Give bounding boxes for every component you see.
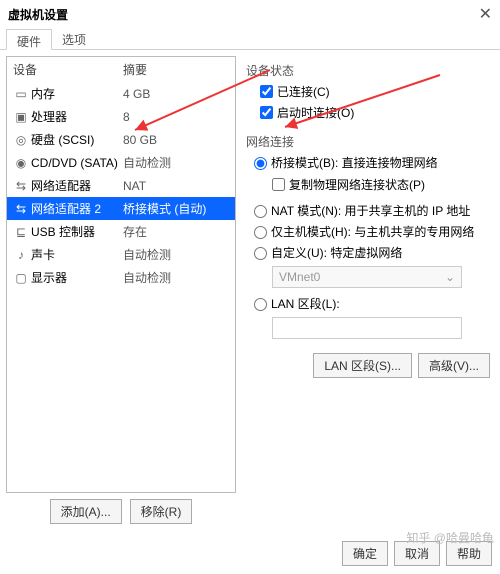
vmnet-select[interactable]: VMnet0⌄ [272,266,462,288]
rad-bridged-input[interactable] [254,157,267,170]
rad-hostonly[interactable]: 仅主机模式(H): 与主机共享的专用网络 [254,224,490,240]
cpu-icon: ▣ [13,110,29,124]
hdr-summary: 摘要 [123,61,147,78]
chk-connected[interactable]: 已连接(C) [260,83,490,100]
advanced-button[interactable]: 高级(V)... [418,353,490,378]
hdr-device: 设备 [13,61,123,78]
rad-lan-input[interactable] [254,298,267,311]
rad-custom[interactable]: 自定义(U): 特定虚拟网络 [254,245,490,261]
titlebar: 虚拟机设置 ✕ [0,0,500,28]
net-icon: ⇆ [13,202,29,216]
add-device-button[interactable]: 添加(A)... [50,499,122,524]
rad-custom-input[interactable] [254,247,267,260]
left-panel: 设备 摘要 ▭内存4 GB ▣处理器8 ◎硬盘 (SCSI)80 GB ◉CD/… [6,56,236,524]
net-title: 网络连接 [246,133,490,150]
chk-replicate[interactable]: 复制物理网络连接状态(P) [272,176,490,193]
display-icon: ▢ [13,271,29,285]
right-panel: 设备状态 已连接(C) 启动时连接(O) 网络连接 桥接模式(B): 直接连接物… [242,56,494,524]
remove-device-button[interactable]: 移除(R) [130,499,193,524]
rad-nat[interactable]: NAT 模式(N): 用于共享主机的 IP 地址 [254,203,490,219]
device-row-display[interactable]: ▢显示器自动检测 [7,266,235,289]
device-row-usb[interactable]: ⊑USB 控制器存在 [7,220,235,243]
lan-segments-button[interactable]: LAN 区段(S)... [313,353,412,378]
device-list: 设备 摘要 ▭内存4 GB ▣处理器8 ◎硬盘 (SCSI)80 GB ◉CD/… [6,56,236,493]
device-header: 设备 摘要 [7,57,235,82]
usb-icon: ⊑ [13,225,29,239]
tab-options[interactable]: 选项 [52,28,96,49]
disk-icon: ◎ [13,133,29,147]
sound-icon: ♪ [13,248,29,262]
status-title: 设备状态 [246,62,490,79]
close-icon[interactable]: ✕ [479,4,492,24]
device-row-disk[interactable]: ◎硬盘 (SCSI)80 GB [7,128,235,151]
chk-connect-poweron-box[interactable] [260,106,273,119]
rad-nat-input[interactable] [254,205,267,218]
window-title: 虚拟机设置 [8,6,68,23]
cd-icon: ◉ [13,156,29,170]
right-buttons: LAN 区段(S)... 高级(V)... [246,353,490,378]
ok-button[interactable]: 确定 [342,541,388,566]
rad-bridged[interactable]: 桥接模式(B): 直接连接物理网络 [254,155,490,171]
rad-lan[interactable]: LAN 区段(L): [254,296,490,312]
chevron-down-icon: ⌄ [445,270,455,284]
rad-hostonly-input[interactable] [254,226,267,239]
device-row-net2[interactable]: ⇆网络适配器 2桥接模式 (自动) [7,197,235,220]
device-row-cddvd[interactable]: ◉CD/DVD (SATA)自动检测 [7,151,235,174]
tab-hardware[interactable]: 硬件 [6,29,52,50]
memory-icon: ▭ [13,87,29,101]
lan-segment-select[interactable] [272,317,462,339]
content: 设备 摘要 ▭内存4 GB ▣处理器8 ◎硬盘 (SCSI)80 GB ◉CD/… [0,50,500,530]
watermark: 知乎 @哈曼哈龟 [406,529,494,546]
device-buttons: 添加(A)... 移除(R) [6,499,236,524]
device-row-cpu[interactable]: ▣处理器8 [7,105,235,128]
chk-replicate-box[interactable] [272,178,285,191]
net-icon: ⇆ [13,179,29,193]
device-row-net1[interactable]: ⇆网络适配器NAT [7,174,235,197]
device-row-sound[interactable]: ♪声卡自动检测 [7,243,235,266]
chk-connect-poweron[interactable]: 启动时连接(O) [260,104,490,121]
chk-connected-box[interactable] [260,85,273,98]
device-row-memory[interactable]: ▭内存4 GB [7,82,235,105]
tab-bar: 硬件 选项 [0,28,500,50]
